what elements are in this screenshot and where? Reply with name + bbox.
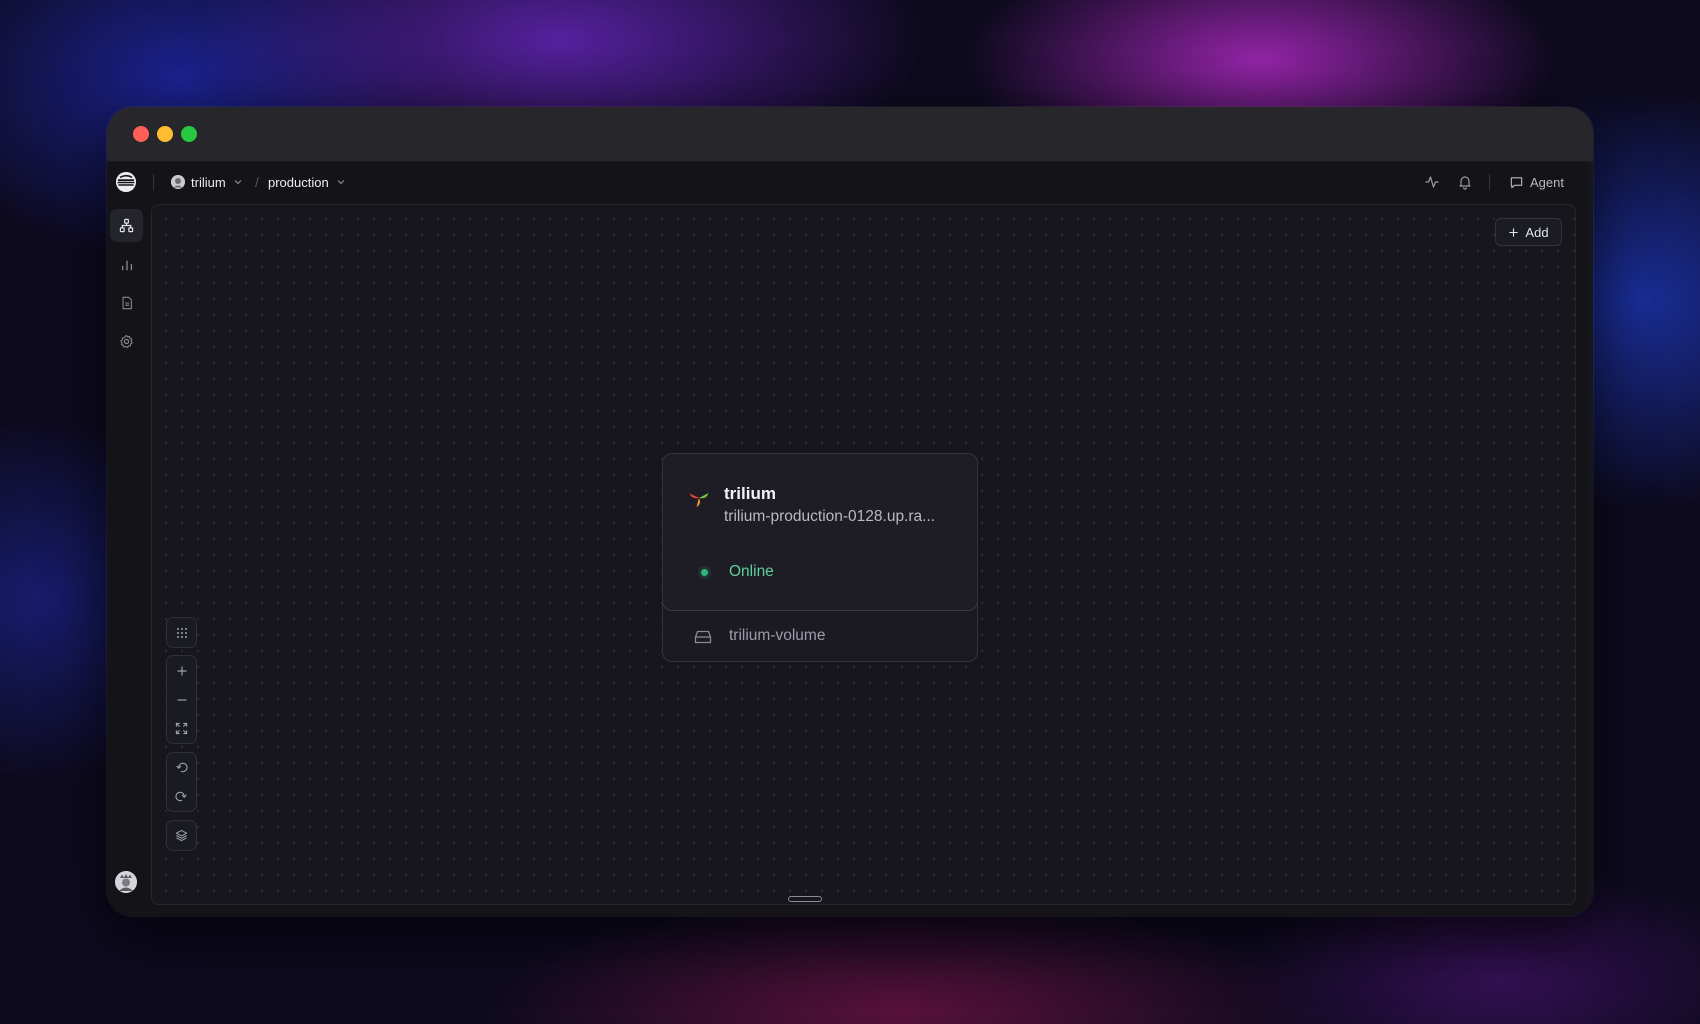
project-name: trilium bbox=[191, 174, 226, 190]
plus-icon bbox=[1508, 227, 1519, 238]
document-icon bbox=[120, 296, 134, 310]
app-window: trilium / production Agent Add trilium t… bbox=[107, 107, 1593, 916]
service-url[interactable]: trilium-production-0128.up.ra... bbox=[724, 508, 935, 526]
sidebar bbox=[107, 202, 147, 916]
service-card[interactable]: trilium trilium-production-0128.up.ra...… bbox=[662, 453, 978, 662]
undo-icon[interactable] bbox=[167, 753, 196, 782]
sidebar-item-settings[interactable] bbox=[110, 325, 143, 358]
sidebar-item-metrics[interactable] bbox=[110, 248, 143, 281]
avatar-icon bbox=[171, 175, 185, 189]
volume-name[interactable]: trilium-volume bbox=[729, 627, 825, 645]
divider bbox=[153, 174, 154, 191]
top-bar: trilium / production Agent bbox=[107, 162, 1587, 202]
grid-icon[interactable] bbox=[167, 618, 196, 647]
close-window-button[interactable] bbox=[133, 126, 149, 142]
environment-selector[interactable]: production bbox=[268, 162, 347, 202]
service-name: trilium bbox=[724, 484, 776, 503]
app-container: trilium / production Agent Add trilium t… bbox=[107, 162, 1587, 916]
gear-icon bbox=[119, 334, 134, 349]
volume-icon bbox=[694, 629, 712, 645]
agent-label: Agent bbox=[1530, 174, 1564, 190]
add-button[interactable]: Add bbox=[1495, 218, 1562, 246]
user-avatar-icon[interactable] bbox=[115, 871, 137, 893]
bar-chart-icon bbox=[120, 258, 134, 272]
environment-name: production bbox=[268, 174, 329, 190]
status-indicator bbox=[701, 569, 708, 576]
breadcrumb-separator: / bbox=[255, 174, 259, 190]
redo-icon[interactable] bbox=[167, 782, 196, 811]
canvas-zoom-controls bbox=[166, 655, 197, 744]
trilium-logo-icon bbox=[688, 487, 710, 509]
canvas-layers-control bbox=[166, 820, 197, 851]
minimize-window-button[interactable] bbox=[157, 126, 173, 142]
divider bbox=[1489, 174, 1490, 191]
title-bar bbox=[107, 107, 1593, 162]
railway-logo-icon[interactable] bbox=[116, 172, 136, 192]
chat-icon bbox=[1509, 175, 1524, 190]
bell-icon[interactable] bbox=[1457, 174, 1473, 190]
fit-view-icon[interactable] bbox=[167, 714, 196, 743]
plus-icon[interactable] bbox=[167, 656, 196, 685]
bottom-panel-handle[interactable] bbox=[788, 896, 822, 902]
architecture-icon bbox=[119, 218, 134, 233]
service-status: Online bbox=[729, 563, 774, 580]
layers-icon[interactable] bbox=[167, 821, 196, 850]
agent-button[interactable]: Agent bbox=[1509, 162, 1564, 202]
sidebar-item-architecture[interactable] bbox=[110, 209, 143, 242]
canvas-history-controls bbox=[166, 752, 197, 812]
minus-icon[interactable] bbox=[167, 685, 196, 714]
project-selector[interactable]: trilium bbox=[171, 162, 244, 202]
activity-icon[interactable] bbox=[1424, 174, 1440, 190]
service-header[interactable]: trilium trilium-production-0128.up.ra...… bbox=[663, 454, 977, 611]
canvas-grid-control bbox=[166, 617, 197, 648]
project-canvas[interactable]: Add trilium trilium-production-0128.up.r… bbox=[151, 204, 1576, 905]
add-label: Add bbox=[1525, 224, 1549, 240]
chevron-down-icon bbox=[335, 176, 347, 188]
maximize-window-button[interactable] bbox=[181, 126, 197, 142]
chevron-down-icon bbox=[232, 176, 244, 188]
sidebar-item-logs[interactable] bbox=[110, 286, 143, 319]
